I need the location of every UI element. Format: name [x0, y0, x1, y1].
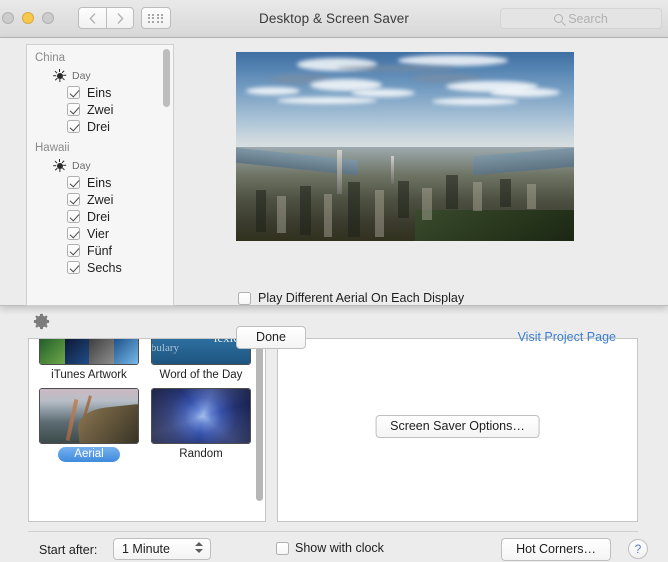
aerial-video-list[interactable]: China Day Eins Zwei Drei Hawaii Day Eins…	[26, 44, 174, 306]
start-after-popup[interactable]: 1 Minute	[113, 538, 211, 560]
group-header-hawaii: Hawaii	[35, 142, 70, 154]
video-label: Drei	[87, 209, 110, 224]
start-after-label: Start after:	[39, 543, 98, 557]
window-titlebar: Desktop & Screen Saver Search	[0, 0, 668, 38]
screen-saver-item-aerial[interactable]: Aerial	[39, 388, 139, 462]
video-label: Eins	[87, 85, 112, 100]
list-item[interactable]: Drei	[27, 118, 167, 135]
video-checkbox[interactable]	[67, 210, 80, 223]
video-label: Vier	[87, 226, 110, 241]
screen-saver-options-button[interactable]: Screen Saver Options…	[375, 415, 540, 438]
list-item[interactable]: Zwei	[27, 191, 167, 208]
list-item[interactable]: Sechs	[27, 259, 167, 276]
random-thumbnail	[151, 388, 251, 444]
preview-central-park	[415, 209, 574, 241]
preview-clouds	[236, 52, 574, 154]
list-item[interactable]: Eins	[27, 174, 167, 191]
time-of-day-row-hawaii: Day	[27, 157, 167, 174]
video-checkbox[interactable]	[67, 176, 80, 189]
chevron-updown-icon	[195, 542, 203, 553]
help-button[interactable]: ?	[628, 539, 648, 559]
preview-cityscape	[236, 146, 574, 241]
screen-saver-label: Word of the Day	[159, 369, 243, 381]
screen-saver-thumbnail-grid: iTunes Artwork graphy voc lexicog abular…	[39, 339, 251, 462]
bottom-divider	[28, 531, 638, 532]
aerial-video-list-content: China Day Eins Zwei Drei Hawaii Day Eins…	[27, 45, 167, 276]
list-item[interactable]: Zwei	[27, 101, 167, 118]
aerial-thumbnail	[39, 388, 139, 444]
video-checkbox[interactable]	[67, 244, 80, 257]
video-checkbox[interactable]	[67, 86, 80, 99]
itunes-artwork-thumbnail	[39, 339, 139, 365]
search-icon	[554, 14, 564, 23]
done-button[interactable]: Done	[236, 326, 306, 349]
show-with-clock-box[interactable]	[276, 541, 289, 555]
start-after-value: 1 Minute	[122, 542, 170, 556]
play-different-aerial-checkbox[interactable]: Play Different Aerial On Each Display	[238, 291, 464, 305]
video-checkbox[interactable]	[67, 227, 80, 240]
screen-saver-label: Random	[179, 448, 223, 460]
screen-saver-options-pane: Screen Saver Options…	[277, 338, 638, 522]
hot-corners-button[interactable]: Hot Corners…	[501, 538, 611, 561]
gear-icon[interactable]	[32, 312, 51, 331]
play-different-aerial-box[interactable]	[238, 291, 251, 305]
screen-saver-item[interactable]: Random	[151, 388, 251, 462]
search-placeholder: Search	[568, 11, 608, 26]
play-different-aerial-label: Play Different Aerial On Each Display	[258, 291, 465, 305]
video-label: Drei	[87, 119, 110, 134]
sun-icon	[53, 69, 67, 82]
screen-saver-label: iTunes Artwork	[51, 369, 127, 381]
bottom-controls-bar: Start after: 1 Minute Show with clock Ho…	[0, 535, 668, 562]
show-with-clock-label: Show with clock	[295, 541, 384, 555]
chooser-scrollbar-thumb[interactable]	[256, 341, 263, 501]
screen-saver-chooser[interactable]: iTunes Artwork graphy voc lexicog abular…	[28, 338, 266, 522]
video-checkbox[interactable]	[67, 261, 80, 274]
show-with-clock-checkbox[interactable]: Show with clock	[276, 541, 384, 555]
sidebar-scrollbar-thumb[interactable]	[162, 49, 170, 107]
video-checkbox[interactable]	[67, 193, 80, 206]
screen-saver-item[interactable]: iTunes Artwork	[39, 339, 139, 383]
search-field[interactable]: Search	[500, 8, 662, 29]
video-label: Fünf	[87, 243, 113, 258]
list-item[interactable]: Eins	[27, 84, 167, 101]
video-label: Sechs	[87, 260, 122, 275]
video-label: Eins	[87, 175, 112, 190]
sun-icon	[53, 159, 67, 172]
time-of-day-label: Day	[72, 159, 91, 172]
screen-saver-label-selected: Aerial	[58, 447, 120, 462]
list-item[interactable]: Fünf	[27, 242, 167, 259]
group-header-china: China	[35, 52, 66, 64]
preferences-window: Desktop & Screen Saver Search iTunes Art…	[0, 0, 668, 562]
visit-project-page-link[interactable]: Visit Project Page	[518, 330, 616, 344]
video-label: Zwei	[87, 192, 114, 207]
video-label: Zwei	[87, 102, 114, 117]
chooser-scrollbar[interactable]	[255, 341, 263, 521]
time-of-day-row-china: Day	[27, 67, 167, 84]
time-of-day-label: Day	[72, 69, 91, 82]
sidebar-scrollbar[interactable]	[162, 49, 170, 303]
list-item[interactable]: Vier	[27, 225, 167, 242]
video-checkbox[interactable]	[67, 120, 80, 133]
aerial-settings-sheet: China Day Eins Zwei Drei Hawaii Day Eins…	[0, 38, 668, 349]
aerial-preview-image	[236, 52, 574, 241]
video-checkbox[interactable]	[67, 103, 80, 116]
list-item[interactable]: Drei	[27, 208, 167, 225]
